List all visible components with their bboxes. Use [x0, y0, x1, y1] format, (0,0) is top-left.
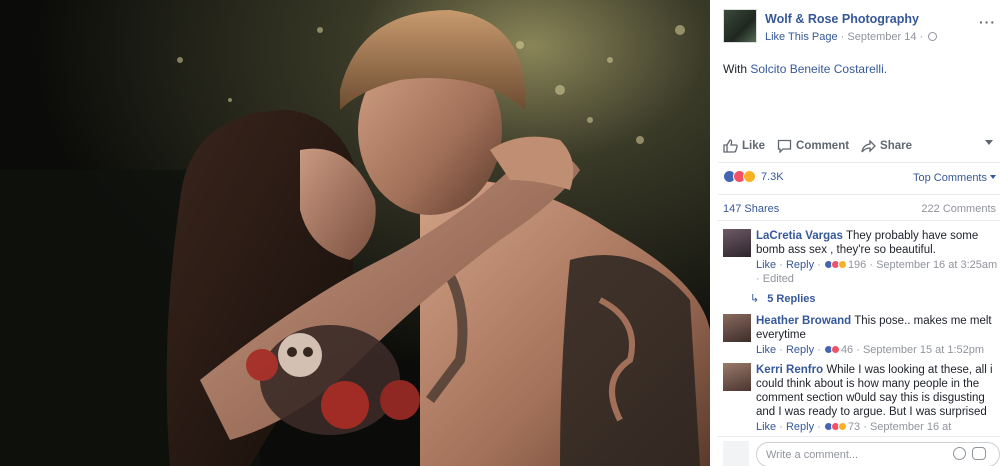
user-avatar: [723, 441, 749, 466]
comment-reaction-count[interactable]: 46: [841, 344, 853, 356]
with-line: With Solcito Beneite Costarelli.: [723, 62, 887, 76]
camera-icon[interactable]: [972, 447, 986, 460]
comment-like-link[interactable]: Like: [756, 421, 776, 433]
tagged-person-link[interactable]: Solcito Beneite Costarelli.: [750, 62, 887, 76]
comment-date[interactable]: September 16 at: [870, 421, 951, 433]
post-photo[interactable]: [0, 0, 710, 466]
comment-actions: Like · Reply · 46 · September 15 at 1:52…: [756, 344, 985, 356]
top-comments-dropdown[interactable]: Top Comments: [913, 172, 996, 184]
comment-reply-link[interactable]: Reply: [786, 344, 814, 356]
like-label: Like: [742, 140, 766, 152]
globe-icon: [928, 32, 938, 41]
meta-separator: ·: [919, 31, 924, 43]
commenter-avatar[interactable]: [723, 229, 751, 257]
thumbs-up-icon: [723, 139, 738, 153]
emoji-icon[interactable]: [953, 447, 966, 460]
post-date[interactable]: September 14: [847, 31, 916, 43]
comment-reaction-count[interactable]: 73: [848, 421, 860, 433]
comment-item: LaCretia Vargas They probably have some …: [723, 229, 998, 289]
like-page-link[interactable]: Like This Page: [765, 31, 838, 43]
divider: [718, 194, 1000, 195]
share-label: Share: [880, 140, 913, 152]
share-button[interactable]: Share: [861, 139, 912, 153]
comment-button[interactable]: Comment: [777, 139, 849, 153]
comment-actions: Like · Reply · 196 · September 16 at 3:2…: [756, 259, 998, 285]
reaction-count: 7.3K: [761, 170, 784, 183]
comment-composer: Write a comment...: [718, 436, 1000, 466]
photo-viewer: Wolf & Rose Photography Like This Page ·…: [0, 0, 1000, 466]
comment-body: Kerri Renfro While I was looking at thes…: [756, 363, 1000, 434]
comment-edited: Edited: [762, 273, 794, 285]
comment-date[interactable]: September 16 at 3:25am: [876, 259, 997, 271]
photo-image: [0, 0, 710, 466]
with-prefix: With: [723, 62, 747, 76]
post-actions: Like Comment Share: [723, 136, 993, 156]
comment-item: Heather Browand This pose.. makes me mel…: [723, 314, 998, 358]
more-options-icon[interactable]: ···: [979, 14, 996, 30]
reply-arrow-icon: ↳: [750, 293, 760, 305]
comment-actions: Like · Reply · 73 · September 16 at: [756, 421, 952, 433]
shares-count[interactable]: 147 Shares: [723, 203, 779, 215]
page-name[interactable]: Wolf & Rose Photography: [765, 12, 919, 26]
comments-count[interactable]: 222 Comments: [921, 203, 996, 215]
view-replies-link[interactable]: ↳ 5 Replies: [750, 292, 816, 305]
meta-separator: ·: [840, 31, 845, 43]
commenter-avatar[interactable]: [723, 314, 751, 342]
wow-reaction-icon: [837, 422, 847, 431]
comment-like-link[interactable]: Like: [756, 259, 776, 271]
comment-body: Heather Browand This pose.. makes me mel…: [756, 314, 1000, 357]
commenter-avatar[interactable]: [723, 363, 751, 391]
love-reaction-icon: [830, 345, 840, 354]
comment-reaction-count[interactable]: 196: [848, 259, 866, 271]
comment-item: Kerri Renfro While I was looking at thes…: [723, 363, 998, 435]
wow-reaction-icon: [743, 170, 756, 183]
haha-reaction-icon: [837, 260, 847, 269]
page-avatar[interactable]: [723, 9, 757, 43]
replies-label: 5 Replies: [767, 293, 816, 305]
comment-reply-link[interactable]: Reply: [786, 421, 814, 433]
chevron-down-icon[interactable]: [985, 140, 993, 145]
divider: [718, 162, 1000, 163]
commenter-name[interactable]: Kerri Renfro: [756, 364, 823, 376]
comment-icon: [777, 139, 792, 153]
comment-body: LaCretia Vargas They probably have some …: [756, 229, 1000, 286]
share-arrow-icon: [861, 139, 876, 153]
reactions-summary[interactable]: 7.3K: [723, 170, 784, 183]
divider: [718, 220, 1000, 221]
comment-like-link[interactable]: Like: [756, 344, 776, 356]
comment-label: Comment: [796, 140, 850, 152]
comment-reply-link[interactable]: Reply: [786, 259, 814, 271]
composer-icons: [953, 447, 986, 460]
post-header: Wolf & Rose Photography Like This Page ·…: [723, 9, 993, 45]
like-button[interactable]: Like: [723, 139, 765, 153]
commenter-name[interactable]: LaCretia Vargas: [756, 230, 843, 242]
post-meta: Like This Page · September 14 ·: [765, 31, 938, 43]
comment-date[interactable]: September 15 at 1:52pm: [863, 344, 984, 356]
post-sidebar: Wolf & Rose Photography Like This Page ·…: [710, 0, 1000, 466]
commenter-name[interactable]: Heather Browand: [756, 315, 851, 327]
